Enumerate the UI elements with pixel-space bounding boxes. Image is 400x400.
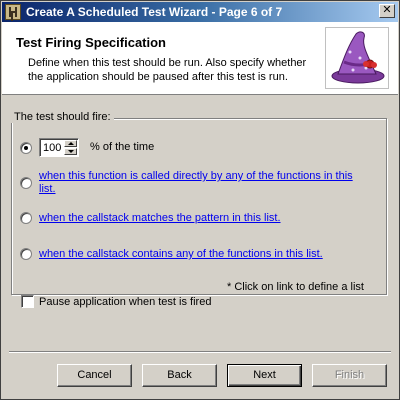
pause-checkbox-label[interactable]: Pause application when test is fired [39,296,211,308]
page-description: Define when this test should be run. Als… [28,57,307,83]
radio-callstack-contains[interactable] [20,248,32,260]
back-button[interactable]: Back [142,364,217,387]
close-button[interactable]: ✕ [379,4,395,18]
next-button[interactable]: Next [227,364,302,387]
button-divider [9,351,391,353]
pause-checkbox[interactable] [21,295,34,308]
cancel-button[interactable]: Cancel [57,364,132,387]
link-hint-note: * Click on link to define a list [227,281,364,293]
page-title: Test Firing Specification [16,35,167,50]
percent-value[interactable]: 100 [43,142,61,154]
radio-callstack-matches[interactable] [20,212,32,224]
percent-label: % of the time [90,141,155,153]
wizard-window: Create A Scheduled Test Wizard - Page 6 … [0,0,400,400]
title-bar[interactable]: Create A Scheduled Test Wizard - Page 6 … [2,2,398,22]
spin-buttons [64,140,77,155]
window-title: Create A Scheduled Test Wizard - Page 6 … [26,5,283,19]
link-called-by-list[interactable]: when this function is called directly by… [39,170,369,196]
app-logo-icon [5,4,21,20]
wizard-header: Test Firing Specification Define when th… [2,22,398,95]
wizard-hat-icon [325,27,389,89]
fire-options-legend: The test should fire: [11,111,114,123]
link-callstack-contains[interactable]: when the callstack contains any of the f… [39,248,323,261]
radio-called-by-list[interactable] [20,177,32,189]
radio-percent[interactable] [20,142,32,154]
spin-down-icon[interactable] [64,148,77,155]
spin-up-icon[interactable] [64,140,77,147]
finish-button[interactable]: Finish [312,364,387,387]
link-callstack-matches[interactable]: when the callstack matches the pattern i… [39,212,281,225]
percent-stepper[interactable]: 100 [39,138,79,157]
